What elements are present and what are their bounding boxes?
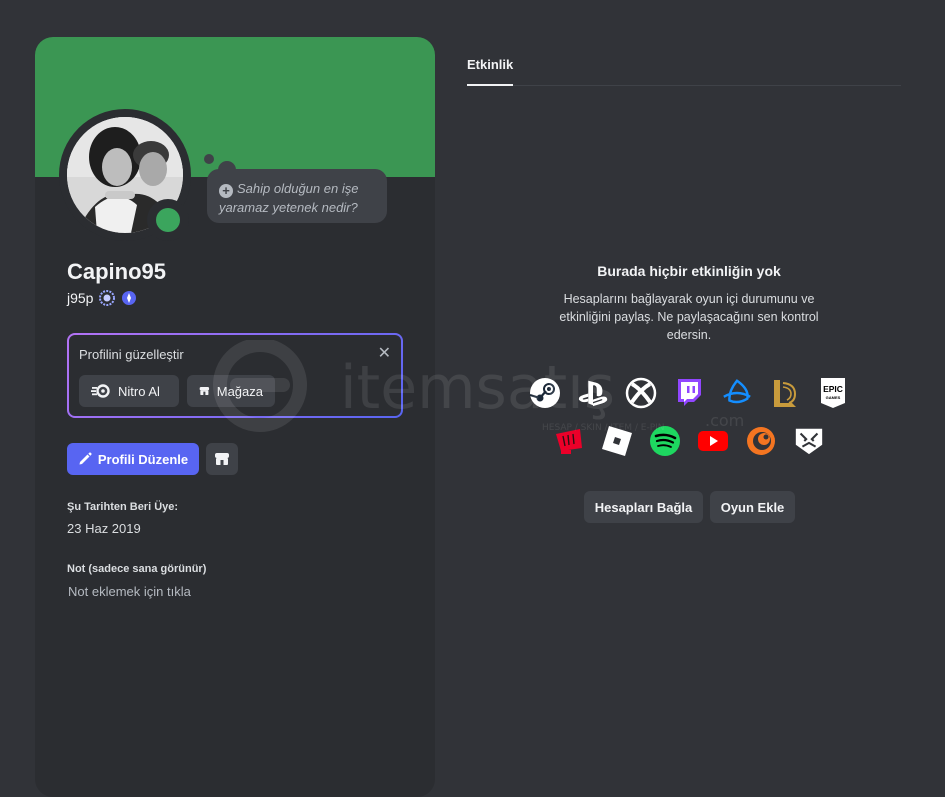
custom-status-bubble[interactable]: + Sahip olduğun en işe yaramaz yetenek ne… (207, 169, 387, 223)
close-icon[interactable]: ✕ (378, 343, 391, 363)
bungie-icon[interactable] (793, 425, 825, 457)
shop-icon (215, 453, 229, 465)
customize-profile-panel: Profilini güzelleştir ✕ Nitro Al Mağaza (67, 333, 403, 418)
steam-icon[interactable] (529, 377, 561, 409)
xbox-icon[interactable] (625, 377, 657, 409)
add-game-button[interactable]: Oyun Ekle (710, 491, 795, 523)
spotify-icon[interactable] (649, 425, 681, 457)
riot-games-icon[interactable] (553, 425, 585, 457)
league-of-legends-icon[interactable] (769, 377, 801, 409)
battlenet-icon[interactable] (721, 377, 753, 409)
shop-label: Mağaza (216, 383, 263, 399)
status-bubble-text: Sahip olduğun en işe yaramaz yetenek ned… (219, 181, 359, 215)
nitro-icon (91, 384, 110, 398)
empty-state-title: Burada hiçbir etkinliğin yok (597, 263, 781, 279)
get-nitro-label: Nitro Al (118, 383, 160, 399)
note-label: Not (sadece sana görünür) (67, 563, 207, 575)
add-icon: + (219, 184, 233, 198)
hypesquad-badge-icon[interactable] (99, 290, 116, 306)
empty-state-description: Hesaplarını bağlayarak oyun içi durumunu… (559, 292, 819, 342)
crunchyroll-icon[interactable] (745, 425, 777, 457)
pencil-icon (79, 452, 92, 465)
bubble-tail-small (204, 154, 214, 164)
epic-games-icon[interactable]: EPIC GAMES (817, 377, 849, 409)
quest-badge-icon[interactable] (121, 290, 137, 306)
edit-profile-label: Profili Düzenle (97, 451, 189, 467)
tab-divider (513, 85, 901, 86)
edit-profile-button[interactable]: Profili Düzenle (67, 443, 199, 475)
display-name: Capino95 (67, 259, 167, 284)
twitch-icon[interactable] (673, 377, 705, 409)
note-input[interactable]: Not eklemek için tıkla (68, 584, 191, 599)
shop-icon (199, 386, 210, 396)
member-since-value: 23 Haz 2019 (67, 521, 141, 536)
member-since-label: Şu Tarihten Beri Üye: (67, 501, 179, 513)
active-tab-indicator (467, 84, 513, 86)
roblox-icon[interactable] (601, 425, 633, 457)
profile-card: + Sahip olduğun en işe yaramaz yetenek ne… (35, 37, 435, 797)
epic-icon-text: EPIC (823, 384, 843, 394)
customize-title: Profilini güzelleştir (79, 347, 184, 362)
profile-shop-button[interactable] (206, 443, 238, 475)
youtube-icon[interactable] (697, 425, 729, 457)
online-status-dot (156, 208, 180, 232)
status-indicator (147, 199, 189, 241)
playstation-icon[interactable] (577, 377, 609, 409)
connect-accounts-button[interactable]: Hesapları Bağla (584, 491, 703, 523)
epic-icon-subtext: GAMES (826, 395, 841, 400)
get-nitro-button[interactable]: Nitro Al (79, 375, 179, 407)
username-row: j95p (67, 290, 137, 306)
shop-button[interactable]: Mağaza (187, 375, 275, 407)
tab-activity[interactable]: Etkinlik (467, 57, 513, 72)
username: j95p (67, 290, 94, 306)
